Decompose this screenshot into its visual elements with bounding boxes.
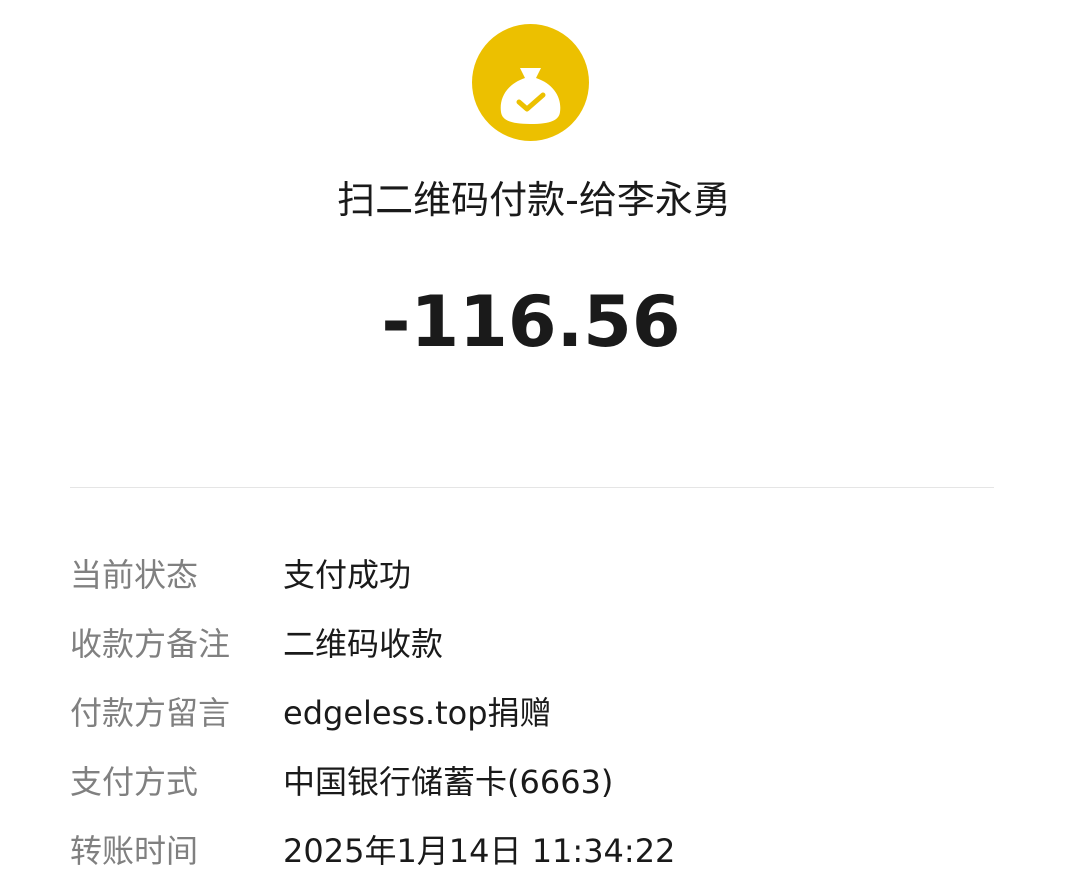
money-bag-check-icon: [472, 24, 589, 141]
detail-value: 支付成功: [283, 556, 412, 594]
transaction-details: 当前状态 支付成功 收款方备注 二维码收款 付款方留言 edgeless.top…: [70, 540, 1000, 885]
detail-label: 当前状态: [70, 556, 199, 594]
detail-row-payer-message: 付款方留言 edgeless.top捐赠: [70, 678, 1000, 747]
transaction-amount: -116.56: [381, 281, 681, 363]
detail-value: edgeless.top捐赠: [283, 694, 552, 732]
detail-label: 转账时间: [70, 832, 199, 870]
detail-value: 2025年1月14日 11:34:22: [283, 832, 676, 870]
detail-label: 收款方备注: [70, 625, 231, 663]
detail-row-transfer-time: 转账时间 2025年1月14日 11:34:22: [70, 816, 1000, 885]
detail-label: 支付方式: [70, 763, 199, 801]
detail-value: 中国银行储蓄卡(6663): [283, 763, 614, 801]
detail-label: 付款方留言: [70, 694, 231, 732]
divider: [70, 487, 994, 488]
detail-row-payee-note: 收款方备注 二维码收款: [70, 609, 1000, 678]
detail-value: 二维码收款: [283, 625, 444, 663]
detail-row-status: 当前状态 支付成功: [70, 540, 1000, 609]
detail-row-payment-method: 支付方式 中国银行储蓄卡(6663): [70, 747, 1000, 816]
transaction-title: 扫二维码付款-给李永勇: [337, 178, 731, 222]
